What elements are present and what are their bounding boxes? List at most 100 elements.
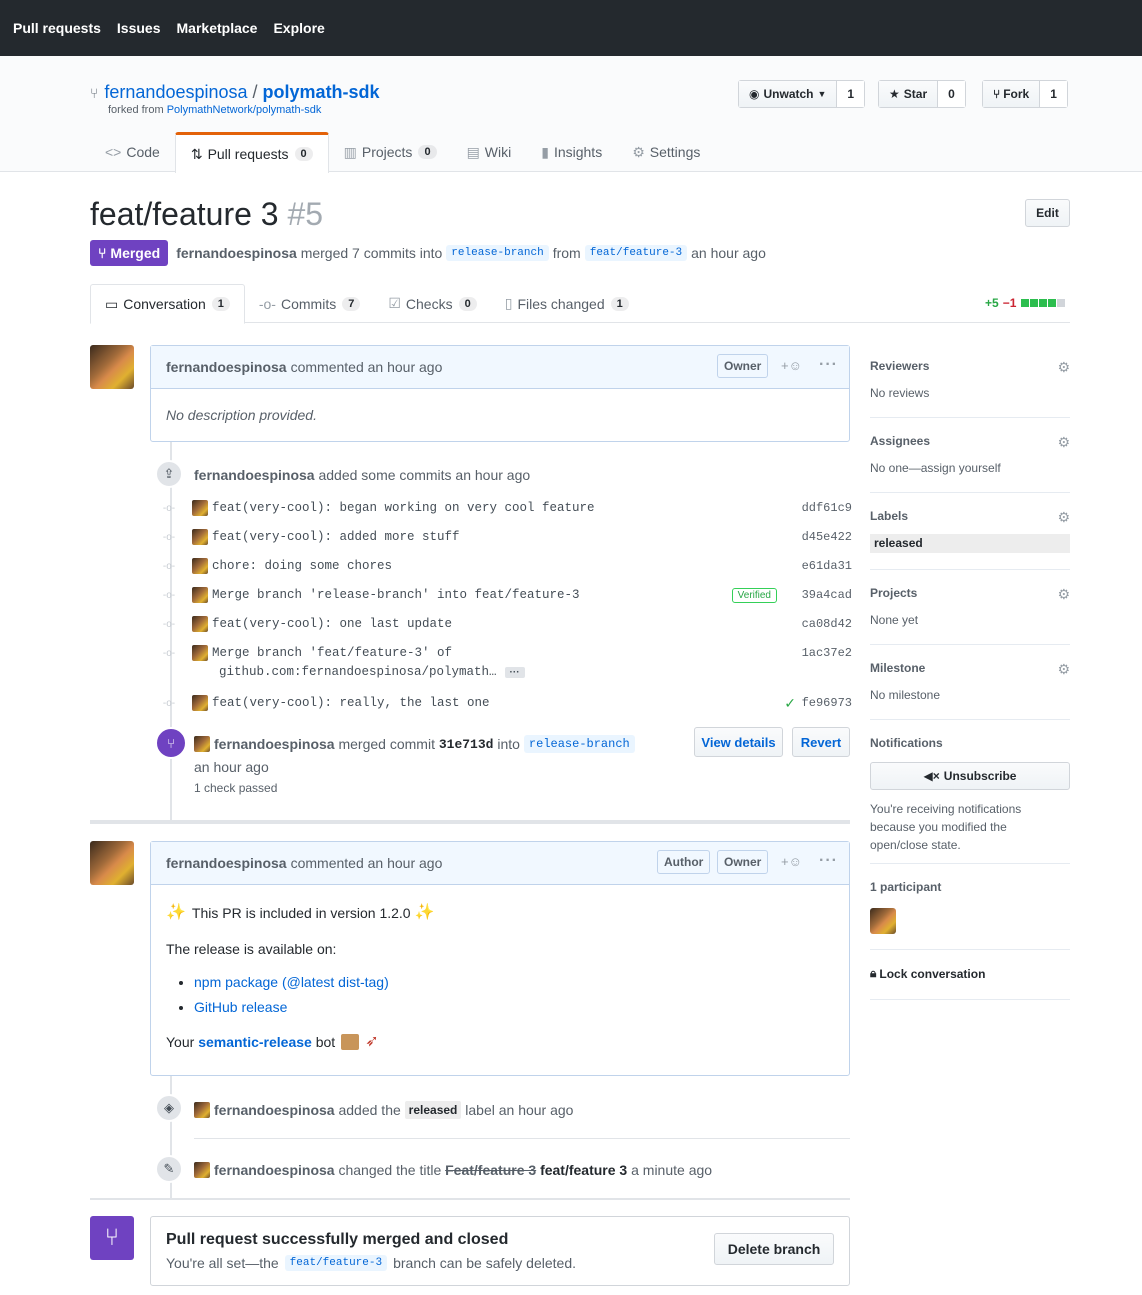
eye-icon: ◉ xyxy=(749,87,760,101)
checklist-icon: ☑ xyxy=(388,295,401,311)
avatar[interactable] xyxy=(90,345,134,389)
edit-title-button[interactable]: Edit xyxy=(1025,199,1070,227)
event-author[interactable]: fernandoespinosa xyxy=(214,1162,335,1178)
tab-settings[interactable]: ⚙ Settings xyxy=(617,132,715,172)
nav-explore[interactable]: Explore xyxy=(273,20,324,36)
tab-insights[interactable]: ▮ Insights xyxy=(526,132,617,172)
watch-count[interactable]: 1 xyxy=(837,81,865,107)
event-author[interactable]: fernandoespinosa xyxy=(214,736,335,752)
commit-sha[interactable]: d45e422 xyxy=(802,530,852,544)
commit-message[interactable]: feat(very-cool): added more stuff xyxy=(212,530,460,544)
commit-message[interactable]: Merge branch 'release-branch' into feat/… xyxy=(212,588,580,602)
semantic-release-link[interactable]: semantic-release xyxy=(198,1032,312,1053)
participant-avatar[interactable] xyxy=(870,908,896,934)
avatar[interactable] xyxy=(192,529,208,545)
lock-conversation-button[interactable]: 🔒︎ Lock conversation xyxy=(870,966,985,981)
add-reaction-icon[interactable]: +☺ xyxy=(781,358,802,373)
avatar[interactable] xyxy=(192,695,208,711)
pulls-counter: 0 xyxy=(294,147,313,161)
nav-marketplace[interactable]: Marketplace xyxy=(177,20,258,36)
kebab-menu-icon[interactable]: ··· xyxy=(819,356,838,374)
commit-message[interactable]: feat(very-cool): one last update xyxy=(212,617,452,631)
tab-checks[interactable]: ☑ Checks 0 xyxy=(374,284,490,323)
base-branch[interactable]: release-branch xyxy=(523,735,635,753)
tab-files-changed[interactable]: ▯ Files changed 1 xyxy=(491,284,643,323)
commit-row: -o- Merge branch 'feat/feature-3' of 1ac… xyxy=(162,643,852,663)
commit-message[interactable]: chore: doing some chores xyxy=(212,559,392,573)
nav-pull-requests[interactable]: Pull requests xyxy=(13,20,101,36)
star-button[interactable]: ★ Star xyxy=(879,81,939,107)
commit-message[interactable]: feat(very-cool): began working on very c… xyxy=(212,501,595,515)
merge-status-title: Pull request successfully merged and clo… xyxy=(166,1231,509,1248)
comment-box: fernandoespinosa commented an hour ago Au… xyxy=(150,841,850,1076)
sidebar-heading[interactable]: Reviewers xyxy=(870,359,929,373)
comment-author[interactable]: fernandoespinosa xyxy=(166,855,287,871)
verified-badge[interactable]: Verified xyxy=(731,587,777,603)
label-released[interactable]: released xyxy=(404,1101,462,1119)
commit-sha[interactable]: 39a4cad xyxy=(802,588,852,602)
avatar[interactable] xyxy=(192,587,208,603)
check-icon[interactable]: ✓ xyxy=(784,695,796,712)
repo-owner-link[interactable]: fernandoespinosa xyxy=(104,82,247,103)
commit-sha[interactable]: ddf61c9 xyxy=(802,501,852,515)
expand-ellipsis-button[interactable]: ··· xyxy=(504,666,525,678)
nav-issues[interactable]: Issues xyxy=(117,20,161,36)
commit-row: -o- Merge branch 'release-branch' into f… xyxy=(162,585,852,605)
pr-author[interactable]: fernandoespinosa xyxy=(176,245,297,261)
gear-icon[interactable]: ⚙ xyxy=(1057,661,1070,678)
avatar[interactable] xyxy=(194,1162,210,1178)
event-author[interactable]: fernandoespinosa xyxy=(194,467,315,483)
delete-branch-button[interactable]: Delete branch xyxy=(714,1233,834,1265)
avatar[interactable] xyxy=(192,616,208,632)
diffstat[interactable]: +5 −1 xyxy=(985,296,1066,310)
commit-sha[interactable]: fe96973 xyxy=(802,696,852,710)
tab-projects[interactable]: ▥ Projects 0 xyxy=(329,132,452,172)
gear-icon[interactable]: ⚙ xyxy=(1057,359,1070,376)
gear-icon[interactable]: ⚙ xyxy=(1057,509,1070,526)
pr-number: #5 xyxy=(287,196,324,232)
owner-badge: Owner xyxy=(717,850,769,874)
gear-icon[interactable]: ⚙ xyxy=(1057,586,1070,603)
comment-author[interactable]: fernandoespinosa xyxy=(166,359,287,375)
unwatch-button[interactable]: ◉ Unwatch ▼ xyxy=(739,81,838,107)
commit-sha[interactable]: 1ac37e2 xyxy=(802,646,852,660)
avatar[interactable] xyxy=(192,645,208,661)
avatar[interactable] xyxy=(194,1102,210,1118)
avatar[interactable] xyxy=(192,500,208,516)
avatar[interactable] xyxy=(194,736,210,752)
star-group: ★ Star 0 xyxy=(878,80,966,108)
add-reaction-icon[interactable]: +☺ xyxy=(781,854,802,869)
view-details-button[interactable]: View details xyxy=(694,727,783,757)
commit-dot-icon: -o- xyxy=(162,697,176,709)
npm-package-link[interactable]: npm package (@latest dist-tag) xyxy=(194,974,389,990)
fork-count[interactable]: 1 xyxy=(1040,81,1067,107)
star-count[interactable]: 0 xyxy=(938,81,965,107)
tab-commits[interactable]: -o- Commits 7 xyxy=(245,284,374,323)
commit-message[interactable]: feat(very-cool): really, the last one xyxy=(212,696,490,710)
tab-conversation[interactable]: ▭ Conversation 1 xyxy=(90,284,245,324)
commit-message[interactable]: Merge branch 'feat/feature-3' of xyxy=(212,646,452,660)
fork-button[interactable]: ⑂ Fork xyxy=(983,81,1041,107)
avatar[interactable] xyxy=(90,841,134,885)
label-released[interactable]: released xyxy=(870,534,1070,553)
head-branch[interactable]: feat/feature-3 xyxy=(284,1255,388,1271)
commit-sha[interactable]: ca08d42 xyxy=(802,617,852,631)
checks-status[interactable]: 1 check passed xyxy=(194,781,277,795)
tab-wiki[interactable]: ▤ Wiki xyxy=(452,132,527,172)
avatar[interactable] xyxy=(192,558,208,574)
revert-button[interactable]: Revert xyxy=(792,727,850,757)
commit-sha[interactable]: e61da31 xyxy=(802,559,852,573)
event-author[interactable]: fernandoespinosa xyxy=(214,1102,335,1118)
unsubscribe-button[interactable]: ◀× Unsubscribe xyxy=(870,762,1070,790)
kebab-menu-icon[interactable]: ··· xyxy=(819,852,838,870)
base-branch[interactable]: release-branch xyxy=(446,245,549,261)
merge-commit-sha[interactable]: 31e713d xyxy=(439,737,494,752)
github-release-link[interactable]: GitHub release xyxy=(194,999,287,1015)
repo-name-link[interactable]: polymath-sdk xyxy=(263,82,380,103)
head-branch[interactable]: feat/feature-3 xyxy=(584,245,688,261)
gear-icon[interactable]: ⚙ xyxy=(1057,434,1070,451)
tab-code[interactable]: <> Code xyxy=(90,132,175,172)
forked-from-link[interactable]: PolymathNetwork/polymath-sdk xyxy=(167,104,322,116)
tab-pull-requests[interactable]: ⇅ Pull requests 0 xyxy=(174,132,329,173)
merged-state-badge: ⑂ Merged xyxy=(90,240,169,266)
